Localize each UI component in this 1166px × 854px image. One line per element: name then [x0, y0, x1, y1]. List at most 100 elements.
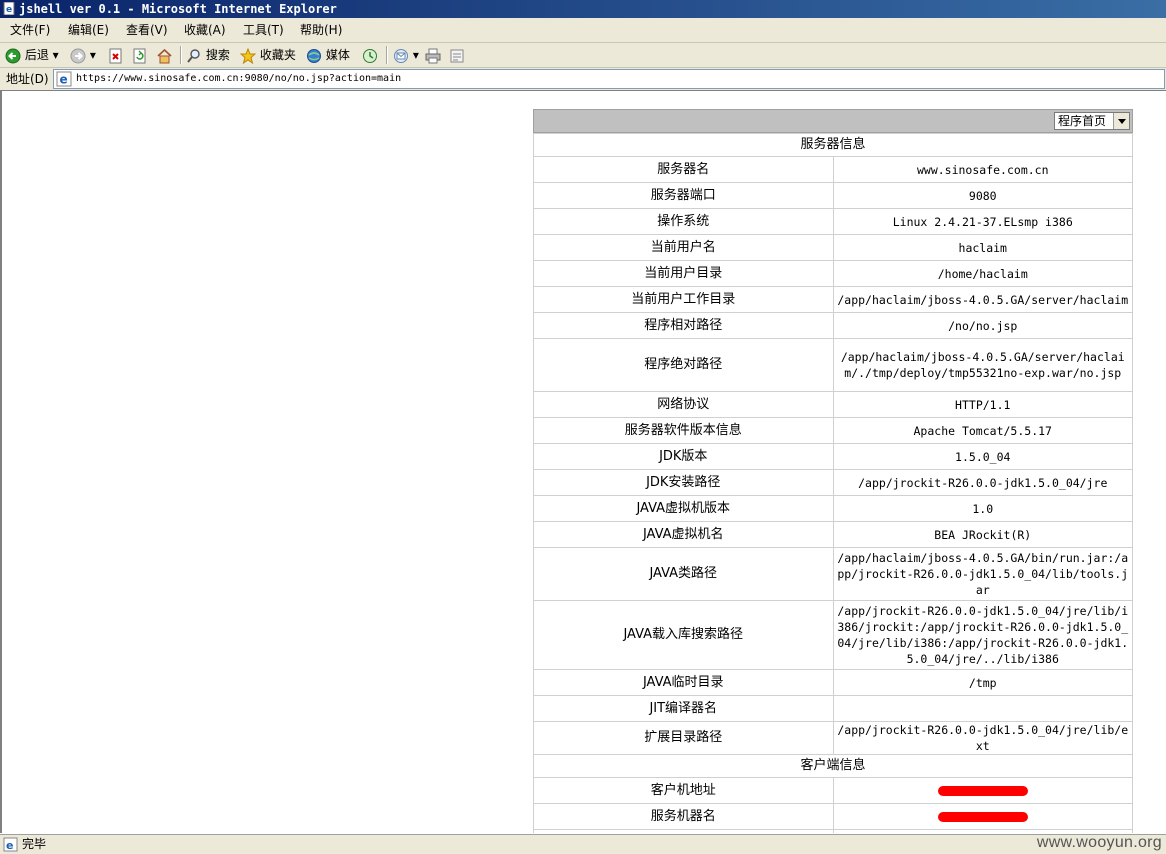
table-row: 当前用户工作目录/app/haclaim/jboss-4.0.5.GA/serv… — [533, 286, 1133, 313]
menu-file[interactable]: 文件(F) — [10, 22, 50, 38]
menu-favorites[interactable]: 收藏(A) — [184, 22, 226, 38]
row-key: 用户名 — [533, 829, 834, 833]
table-row: JIT编译器名 — [533, 695, 1133, 722]
window-title: jshell ver 0.1 - Microsoft Internet Expl… — [19, 2, 337, 16]
menu-edit[interactable]: 编辑(E) — [68, 22, 109, 38]
row-value: 1.0 — [832, 495, 1133, 522]
table-row: 操作系统 Linux 2.4.21-37.ELsmp i386 — [533, 208, 1133, 235]
row-value — [832, 829, 1133, 833]
row-value: /tmp — [832, 669, 1133, 696]
address-input[interactable]: e https://www.sinosafe.com.cn:9080/no/no… — [53, 69, 1165, 89]
row-value: Apache Tomcat/5.5.17 — [832, 417, 1133, 444]
mail-dropdown-icon[interactable]: ▾ — [413, 48, 419, 62]
media-label: 媒体 — [325, 48, 350, 62]
row-key: JAVA类路径 — [533, 547, 834, 601]
search-icon — [187, 48, 200, 63]
edit-document-icon — [450, 49, 464, 62]
chevron-down-icon[interactable] — [1113, 113, 1129, 129]
media-button[interactable]: 媒体 — [306, 46, 350, 64]
row-key: JAVA临时目录 — [533, 669, 834, 696]
row-value: /app/haclaim/jboss-4.0.5.GA/server/hacla… — [832, 286, 1133, 313]
program-select[interactable]: 程序首页 — [1054, 112, 1130, 130]
favorites-label: 收藏夹 — [259, 48, 296, 62]
search-label: 搜索 — [205, 48, 230, 62]
row-key: 当前用户名 — [533, 234, 834, 261]
row-value: /app/jrockit-R26.0.0-jdk1.5.0_04/jre — [832, 469, 1133, 496]
section-header-row: 客户端信息 — [533, 754, 1133, 778]
table-row: JAVA类路径/app/haclaim/jboss-4.0.5.GA/bin/r… — [533, 547, 1133, 601]
search-button[interactable]: 搜索 — [186, 46, 230, 64]
refresh-button[interactable] — [132, 46, 148, 64]
menu-help[interactable]: 帮助(H) — [300, 22, 342, 38]
row-value: Linux 2.4.21-37.ELsmp i386 — [832, 208, 1133, 235]
row-value — [832, 803, 1133, 830]
row-value: BEA JRockit(R) — [832, 521, 1133, 548]
edit-page-button[interactable] — [449, 46, 465, 64]
table-row: 当前用户名 haclaim — [533, 234, 1133, 261]
table-row: JAVA载入库搜索路径/app/jrockit-R26.0.0-jdk1.5.0… — [533, 600, 1133, 670]
address-label: 地址(D) — [6, 72, 49, 86]
row-value: 9080 — [832, 182, 1133, 209]
print-icon — [425, 48, 441, 63]
toolbar-separator — [180, 46, 181, 64]
stop-button[interactable] — [108, 46, 124, 64]
table-row: 程序绝对路径/app/haclaim/jboss-4.0.5.GA/server… — [533, 338, 1133, 392]
forward-dropdown-icon[interactable]: ▾ — [90, 48, 96, 62]
row-value — [832, 695, 1133, 722]
row-key: 程序相对路径 — [533, 312, 834, 339]
favorites-button[interactable]: 收藏夹 — [239, 46, 296, 64]
row-key: 网络协议 — [533, 391, 834, 418]
row-key: 操作系统 — [533, 208, 834, 235]
table-row: 程序相对路径/no/no.jsp — [533, 312, 1133, 339]
watermark: www.wooyun.org — [1036, 834, 1162, 851]
row-key: JAVA虚拟机名 — [533, 521, 834, 548]
table-row: 当前用户目录/home/haclaim — [533, 260, 1133, 287]
row-key: 扩展目录路径 — [533, 721, 834, 755]
back-arrow-icon — [5, 48, 21, 63]
program-select-value: 程序首页 — [1058, 114, 1107, 128]
table-row: 服务器软件版本信息 Apache Tomcat/5.5.17 — [533, 417, 1133, 444]
svg-text:e: e — [60, 73, 68, 87]
toolbar: 后退 ▾ ▾ 搜索 收藏夹 媒体 ▾ — [0, 43, 1166, 68]
table-row: JDK版本 1.5.0_04 — [533, 443, 1133, 470]
print-button[interactable] — [425, 46, 441, 64]
forward-button[interactable]: ▾ — [70, 46, 96, 64]
history-icon — [363, 48, 377, 63]
row-key: 程序绝对路径 — [533, 338, 834, 392]
ie-page-icon: e — [56, 71, 72, 87]
row-value: haclaim — [832, 234, 1133, 261]
table-row: JAVA虚拟机名 BEA JRockit(R) — [533, 521, 1133, 548]
row-key: JDK版本 — [533, 443, 834, 470]
refresh-icon — [133, 48, 146, 63]
back-button[interactable]: 后退 ▾ — [5, 46, 59, 64]
window-title-bar: e jshell ver 0.1 - Microsoft Internet Ex… — [0, 0, 1166, 18]
forward-arrow-icon — [70, 48, 86, 63]
table-row: JAVA虚拟机版本 1.0 — [533, 495, 1133, 522]
table-row: 服务机器名 — [533, 803, 1133, 830]
row-value: 1.5.0_04 — [832, 443, 1133, 470]
menu-tools[interactable]: 工具(T) — [243, 22, 284, 38]
media-icon — [307, 48, 321, 63]
history-button[interactable] — [362, 46, 378, 64]
menu-view[interactable]: 查看(V) — [126, 22, 168, 38]
server-section-title: 服务器信息 — [533, 133, 1133, 157]
back-dropdown-icon[interactable]: ▾ — [53, 48, 59, 62]
table-row: 扩展目录路径/app/jrockit-R26.0.0-jdk1.5.0_04/j… — [533, 721, 1133, 755]
row-value: /app/jrockit-R26.0.0-jdk1.5.0_04/jre/lib… — [832, 600, 1133, 670]
page-content: 程序首页 服务器信息 服务器名 www.sinosafe.com.cn 服务器端口 9… — [0, 91, 1166, 833]
row-key: JDK安装路径 — [533, 469, 834, 496]
row-value: /no/no.jsp — [832, 312, 1133, 339]
stop-icon — [109, 48, 122, 63]
address-url: https://www.sinosafe.com.cn:9080/no/no.j… — [76, 73, 402, 84]
row-key: JAVA载入库搜索路径 — [533, 600, 834, 670]
svg-text:e: e — [6, 5, 12, 15]
table-row: 用户名 — [533, 829, 1133, 833]
table-row: JAVA临时目录/tmp — [533, 669, 1133, 696]
row-key: JIT编译器名 — [533, 695, 834, 722]
row-key: 当前用户工作目录 — [533, 286, 834, 313]
mail-button[interactable]: ▾ — [393, 46, 419, 64]
home-button[interactable] — [156, 46, 173, 64]
table-row: 服务器名 www.sinosafe.com.cn — [533, 156, 1133, 183]
row-key: 服务器端口 — [533, 182, 834, 209]
row-key: 服务器软件版本信息 — [533, 417, 834, 444]
